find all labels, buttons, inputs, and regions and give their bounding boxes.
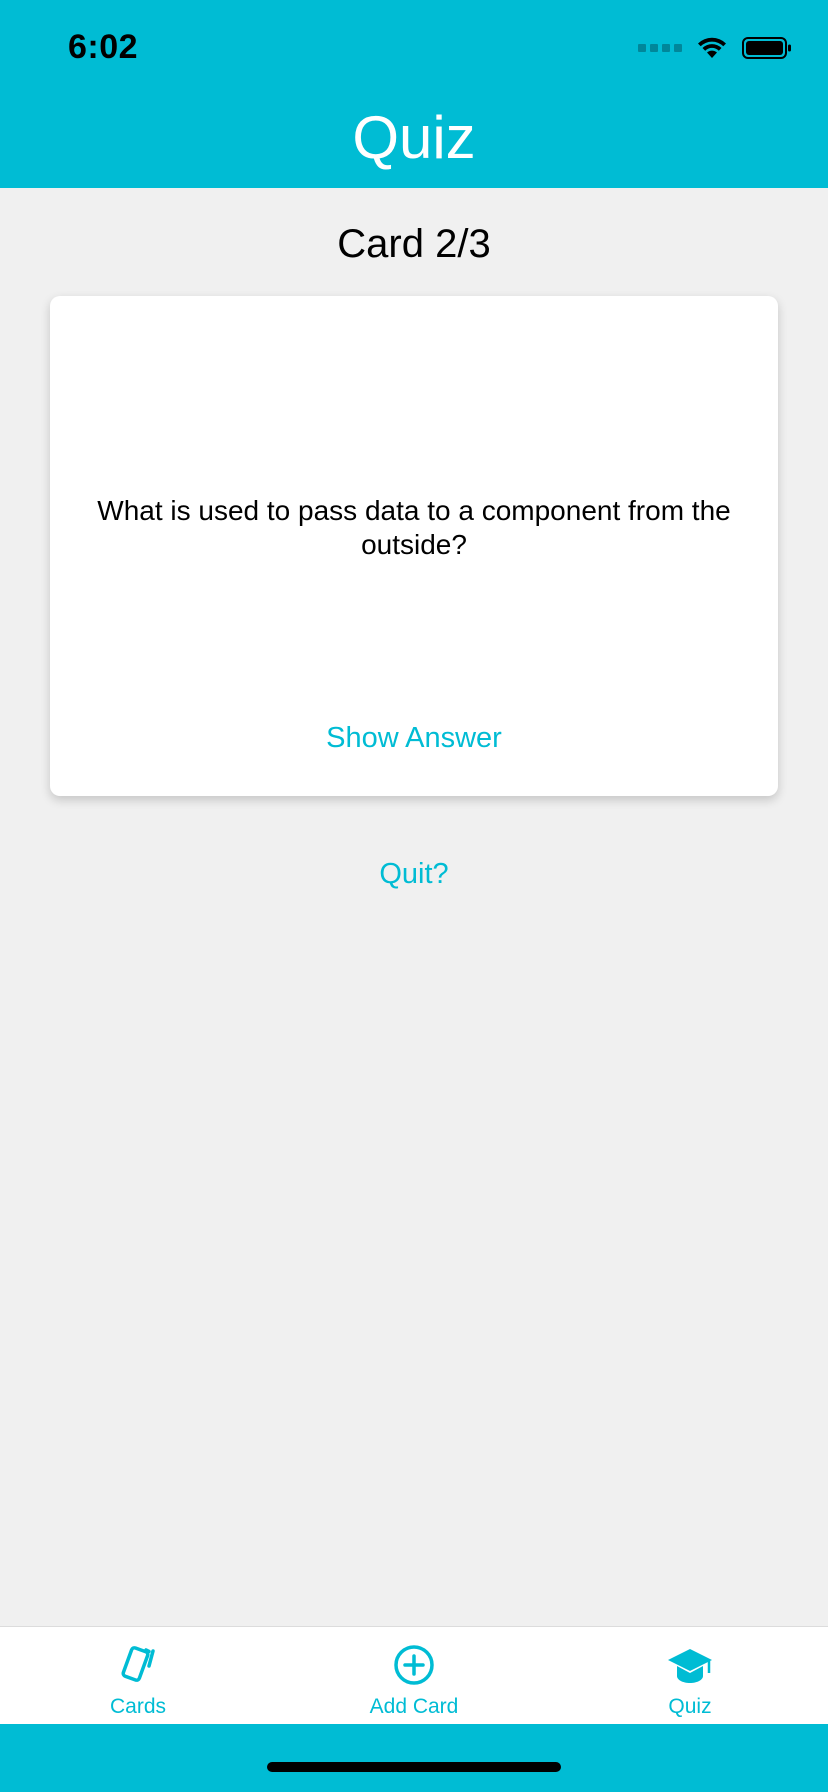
app-header: 6:02 Quiz (0, 0, 828, 188)
status-icons (638, 36, 792, 60)
cellular-signal-icon (638, 44, 682, 52)
tab-label-cards: Cards (109, 1695, 167, 1718)
quit-button[interactable]: Quit? (0, 858, 828, 891)
add-circle-icon (394, 1645, 434, 1685)
page-title: Quiz (352, 104, 476, 171)
cards-icon (121, 1646, 155, 1682)
battery-icon (742, 37, 791, 59)
home-indicator-area (0, 1724, 828, 1792)
tab-bar: Cards Add Card Quiz (0, 1626, 828, 1725)
home-indicator[interactable] (267, 1762, 561, 1772)
show-answer-button[interactable]: Show Answer (50, 722, 778, 755)
tab-add-card[interactable]: Add Card (276, 1627, 552, 1725)
tab-cards[interactable]: Cards (0, 1627, 276, 1725)
tab-quiz[interactable]: Quiz (552, 1627, 828, 1725)
quiz-card: What is used to pass data to a component… (50, 296, 778, 796)
tab-label-add-card: Add Card (369, 1695, 459, 1718)
wifi-icon (698, 37, 726, 58)
graduation-cap-icon (668, 1649, 712, 1683)
question-text: What is used to pass data to a component… (97, 495, 731, 560)
card-counter: Card 2/3 (337, 222, 491, 266)
tab-label-quiz: Quiz (668, 1695, 712, 1718)
status-time: 6:02 (68, 28, 139, 66)
